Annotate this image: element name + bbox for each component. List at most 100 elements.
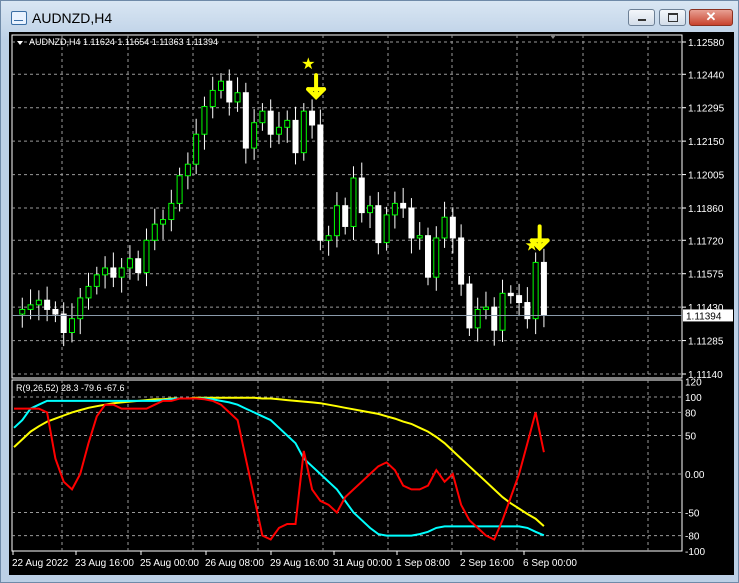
price-axis-label: 1.12580 [688, 38, 725, 49]
indicator-label: R(9,26,52) 28.3 -79.6 -67.6 [16, 383, 125, 393]
bull-candle [85, 285, 92, 299]
symbol-dropdown-icon [17, 41, 23, 45]
price-axis-label: 1.11720 [688, 236, 724, 247]
bull-candle [218, 80, 224, 91]
chart-shift-marker [550, 35, 556, 39]
star-icon: ★ [301, 56, 315, 73]
bull-candle [499, 292, 506, 331]
bear-candle [342, 205, 349, 227]
bull-candle [176, 175, 183, 204]
bull-candle [168, 202, 175, 221]
bear-candle [135, 258, 142, 274]
bull-candle [102, 267, 109, 276]
indicator-line-r52 [13, 396, 545, 527]
bull-candle [300, 110, 307, 154]
bear-candle [52, 308, 59, 315]
bull-candle [27, 304, 34, 310]
bear-candle [540, 261, 547, 316]
bull-candle [234, 92, 241, 103]
indicator-axis-label: 50 [685, 432, 697, 443]
bull-candle [367, 205, 374, 214]
price-axis-label: 1.12295 [688, 104, 725, 115]
time-axis-label: 22 Aug 2022 [12, 558, 69, 569]
bull-candle [391, 202, 398, 216]
current-price-label: 1.11394 [686, 311, 722, 322]
indicator-line-r9 [14, 397, 545, 541]
bear-candle [292, 119, 299, 154]
bull-candle [532, 261, 539, 320]
bear-candle [516, 295, 523, 304]
bull-candle [474, 308, 481, 329]
bull-candle [416, 235, 423, 239]
bear-candle [375, 205, 382, 244]
sell-arrow-icon [306, 73, 327, 100]
price-chart[interactable]: 1.12580 1.12440 1.12295 1.12150 1.12005 1.118… [0, 0, 739, 583]
bear-candle [267, 110, 274, 135]
bear-candle [408, 207, 415, 239]
bull-candle [201, 106, 208, 135]
indicator-line-r26 [13, 397, 545, 537]
price-axis-label: 1.11860 [688, 204, 724, 215]
star-icon: ★ [525, 237, 539, 254]
indicator-axis-label: 120 [685, 378, 702, 389]
price-axis-label: 1.12005 [688, 171, 725, 182]
bull-candle [184, 163, 191, 177]
bull-candle [333, 205, 340, 237]
time-axis-label: 26 Aug 08:00 [205, 558, 264, 569]
indicator-axis-label: -80 [685, 532, 700, 543]
time-axis-label: 1 Sep 08:00 [396, 558, 450, 569]
bull-candle [275, 126, 282, 135]
indicator-axis-label: 100 [685, 393, 702, 404]
price-axis-label: 1.12150 [688, 137, 725, 148]
bear-candle [400, 202, 407, 209]
bull-candle [284, 119, 291, 128]
time-axis-label: 2 Sep 16:00 [460, 558, 514, 569]
bull-candle [68, 318, 75, 333]
indicator-axis-label: -100 [685, 547, 705, 558]
bear-candle [458, 237, 465, 285]
bear-candle [425, 235, 431, 278]
bull-candle [251, 122, 258, 149]
bear-candle [358, 177, 365, 214]
bull-candle [441, 216, 448, 239]
bull-candle [259, 110, 266, 124]
bear-candle [60, 313, 67, 333]
time-axis-label: 25 Aug 00:00 [140, 558, 199, 569]
time-axis-label: 23 Aug 16:00 [75, 558, 134, 569]
bear-candle [44, 299, 51, 310]
bull-candle [325, 235, 332, 241]
bull-candle [118, 267, 125, 278]
chart-header: AUDNZD,H4 1.11624 1.11654 1.11363 1.1139… [29, 37, 218, 47]
bear-candle [466, 283, 473, 329]
bull-candle [151, 223, 158, 241]
bull-candle [193, 133, 200, 165]
bull-candle [35, 299, 42, 306]
time-axis-label: 6 Sep 00:00 [523, 558, 577, 569]
bear-candle [524, 302, 531, 320]
bull-candle [350, 177, 357, 227]
indicator-axis-label: 0.00 [685, 470, 705, 481]
price-axis-label: 1.12440 [688, 70, 725, 81]
time-axis-label: 29 Aug 16:00 [270, 558, 329, 569]
bear-candle [309, 110, 316, 126]
bear-candle [226, 80, 233, 103]
bull-candle [482, 306, 489, 310]
bear-candle [507, 292, 514, 297]
bear-candle [449, 216, 456, 239]
bull-candle [209, 89, 216, 108]
bear-candle [110, 267, 117, 278]
bull-candle [19, 308, 26, 315]
price-axis-label: 1.11285 [688, 337, 724, 348]
bear-candle [491, 306, 498, 331]
bear-candle [242, 92, 249, 149]
time-axis-label: 31 Aug 00:00 [333, 558, 392, 569]
bull-candle [143, 239, 150, 274]
price-axis-label: 1.11575 [688, 270, 724, 281]
bull-candle [433, 237, 440, 278]
bull-candle [126, 258, 133, 269]
indicator-axis-label: 80 [685, 408, 697, 419]
bull-candle [93, 274, 100, 287]
bull-candle [160, 219, 167, 225]
indicator-axis-label: -50 [685, 509, 700, 520]
bull-candle [383, 214, 390, 244]
